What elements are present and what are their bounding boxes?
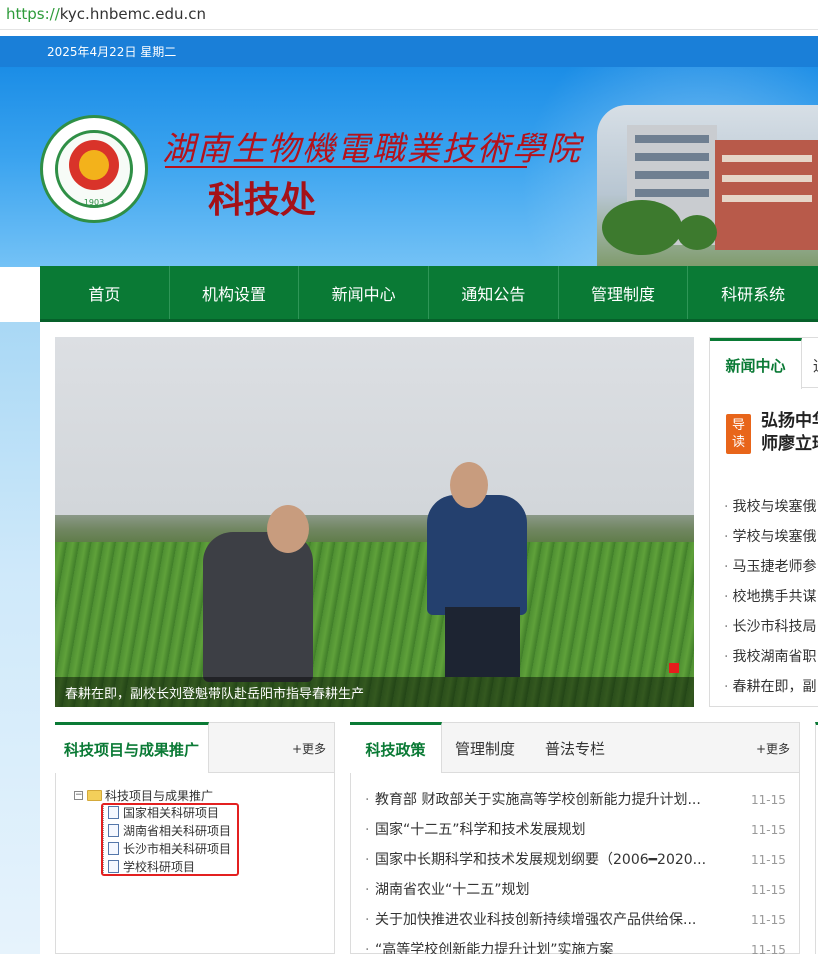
- logo-flower-icon: [79, 150, 109, 180]
- list-item: 关于加快推进农业科技创新持续增强农产品供给保... 11-15: [365, 905, 795, 935]
- list-item: 国家“十二五”科学和技术发展规划 11-15: [365, 815, 795, 845]
- title-divider: [165, 166, 527, 168]
- policy-title[interactable]: “高等学校创新能力提升计划”实施方案: [375, 935, 727, 954]
- nav-item-home[interactable]: 首页: [40, 266, 170, 319]
- highlight-box: [101, 803, 239, 876]
- list-item[interactable]: 马玉捷老师参: [724, 552, 816, 582]
- nav-item-regulations[interactable]: 管理制度: [559, 266, 689, 319]
- news-panel: 新闻中心 通 导读 弘扬中华 师廖立瑶 我校与埃塞俄 学校与埃塞俄 马玉捷老师参…: [709, 337, 818, 707]
- list-item: 湖南省农业“十二五”规划 11-15: [365, 875, 795, 905]
- current-date: 2025年4月22日 星期二: [47, 45, 177, 59]
- nav-item-research-system[interactable]: 科研系统: [688, 266, 818, 319]
- header-banner: 1903 湖南生物機電職業技術學院 科技处: [0, 67, 818, 267]
- url-text[interactable]: https://kyc.hnbemc.edu.cn: [6, 5, 206, 23]
- policy-title[interactable]: 国家“十二五”科学和技术发展规划: [375, 815, 727, 845]
- slide-indicator[interactable]: [669, 663, 679, 673]
- department-name: 科技处: [208, 179, 317, 221]
- policy-date: 11-15: [751, 853, 786, 867]
- url-scheme: https://: [6, 5, 60, 23]
- list-item: 国家中长期科学和技术发展规划纲要（2006━2020... 11-15: [365, 845, 795, 875]
- tab-notices[interactable]: 通: [813, 355, 818, 376]
- tab-news-center[interactable]: 新闻中心: [710, 338, 802, 389]
- policy-title[interactable]: 关于加快推进农业科技创新持续增强农产品供给保...: [375, 905, 727, 935]
- collapse-icon[interactable]: −: [74, 791, 83, 800]
- main-nav: 首页 机构设置 新闻中心 通知公告 管理制度 科研系统: [40, 266, 818, 322]
- policy-date: 11-15: [751, 883, 786, 897]
- policy-panel: 科技政策 管理制度 普法专栏 +更多 教育部 财政部关于实施高等学校创新能力提升…: [350, 722, 800, 954]
- logo-year: 1903: [83, 198, 105, 207]
- list-item[interactable]: 我校与埃塞俄: [724, 492, 816, 522]
- news-list: 我校与埃塞俄 学校与埃塞俄 马玉捷老师参 校地携手共谋 长沙市科技局 我校湖南省…: [724, 492, 816, 702]
- school-name: 湖南生物機電職業技術學院: [162, 129, 582, 168]
- achievements-more-link[interactable]: +更多: [292, 740, 326, 757]
- policy-title[interactable]: 湖南省农业“十二五”规划: [375, 875, 727, 905]
- hero-caption[interactable]: 春耕在即，副校长刘登魁带队赴岳阳市指导春耕生产: [65, 683, 364, 702]
- list-item[interactable]: 春耕在即，副: [724, 672, 816, 702]
- school-logo[interactable]: 1903: [40, 115, 148, 223]
- list-item: “高等学校创新能力提升计划”实施方案 11-15: [365, 935, 795, 954]
- nav-item-news[interactable]: 新闻中心: [299, 266, 430, 319]
- headline-line-1: 弘扬中华: [761, 411, 818, 431]
- tree-root-label: 科技项目与成果推广: [105, 789, 214, 803]
- policy-header: 科技政策 管理制度 普法专栏 +更多: [350, 722, 799, 773]
- list-item: 教育部 财政部关于实施高等学校创新能力提升计划... 11-15: [365, 785, 795, 815]
- campus-building-image: [597, 105, 818, 267]
- list-item[interactable]: 校地携手共谋: [724, 582, 816, 612]
- list-item[interactable]: 长沙市科技局: [724, 612, 816, 642]
- policy-date: 11-15: [751, 793, 786, 807]
- tree-root[interactable]: − 科技项目与成果推广: [74, 787, 213, 804]
- news-tabs: 新闻中心 通: [710, 338, 818, 389]
- guide-badge: 导读: [726, 414, 751, 454]
- url-host: kyc.hnbemc.edu.cn: [59, 5, 206, 23]
- policy-date: 11-15: [751, 913, 786, 927]
- person-left: [203, 532, 313, 682]
- policy-list: 教育部 财政部关于实施高等学校创新能力提升计划... 11-15 国家“十二五”科…: [365, 785, 795, 954]
- nav-item-notices[interactable]: 通知公告: [429, 266, 559, 319]
- achievements-header: 科技项目与成果推广 +更多: [55, 722, 334, 773]
- date-bar: 2025年4月22日 星期二: [0, 36, 818, 67]
- headline-line-2: 师廖立瑶: [761, 434, 818, 454]
- hero-slideshow[interactable]: 春耕在即，副校长刘登魁带队赴岳阳市指导春耕生产: [55, 337, 694, 707]
- policy-title[interactable]: 国家中长期科学和技术发展规划纲要（2006━2020...: [375, 845, 727, 875]
- hero-treeline: [55, 515, 694, 545]
- browser-url-bar[interactable]: https://kyc.hnbemc.edu.cn: [0, 0, 818, 30]
- tab-management-rules[interactable]: 管理制度: [455, 738, 515, 759]
- tab-tech-policy[interactable]: 科技政策: [350, 722, 442, 773]
- policy-date: 11-15: [751, 943, 786, 954]
- folder-icon: [87, 790, 102, 801]
- list-item[interactable]: 我校湖南省职: [724, 642, 816, 672]
- policy-more-link[interactable]: +更多: [756, 740, 790, 757]
- nav-item-organization[interactable]: 机构设置: [170, 266, 300, 319]
- list-item[interactable]: 学校与埃塞俄: [724, 522, 816, 552]
- tab-legal-column[interactable]: 普法专栏: [545, 738, 605, 759]
- person-right: [427, 495, 527, 615]
- policy-date: 11-15: [751, 823, 786, 837]
- person-left-head: [267, 505, 309, 553]
- hero-caption-bar: 春耕在即，副校长刘登魁带队赴岳阳市指导春耕生产: [55, 677, 694, 707]
- page-background: [0, 322, 40, 954]
- person-right-head: [450, 462, 488, 508]
- achievements-title[interactable]: 科技项目与成果推广: [55, 722, 209, 773]
- person-right-legs: [445, 607, 520, 677]
- news-headline[interactable]: 弘扬中华 师廖立瑶: [761, 410, 818, 456]
- policy-title[interactable]: 教育部 财政部关于实施高等学校创新能力提升计划...: [375, 785, 727, 815]
